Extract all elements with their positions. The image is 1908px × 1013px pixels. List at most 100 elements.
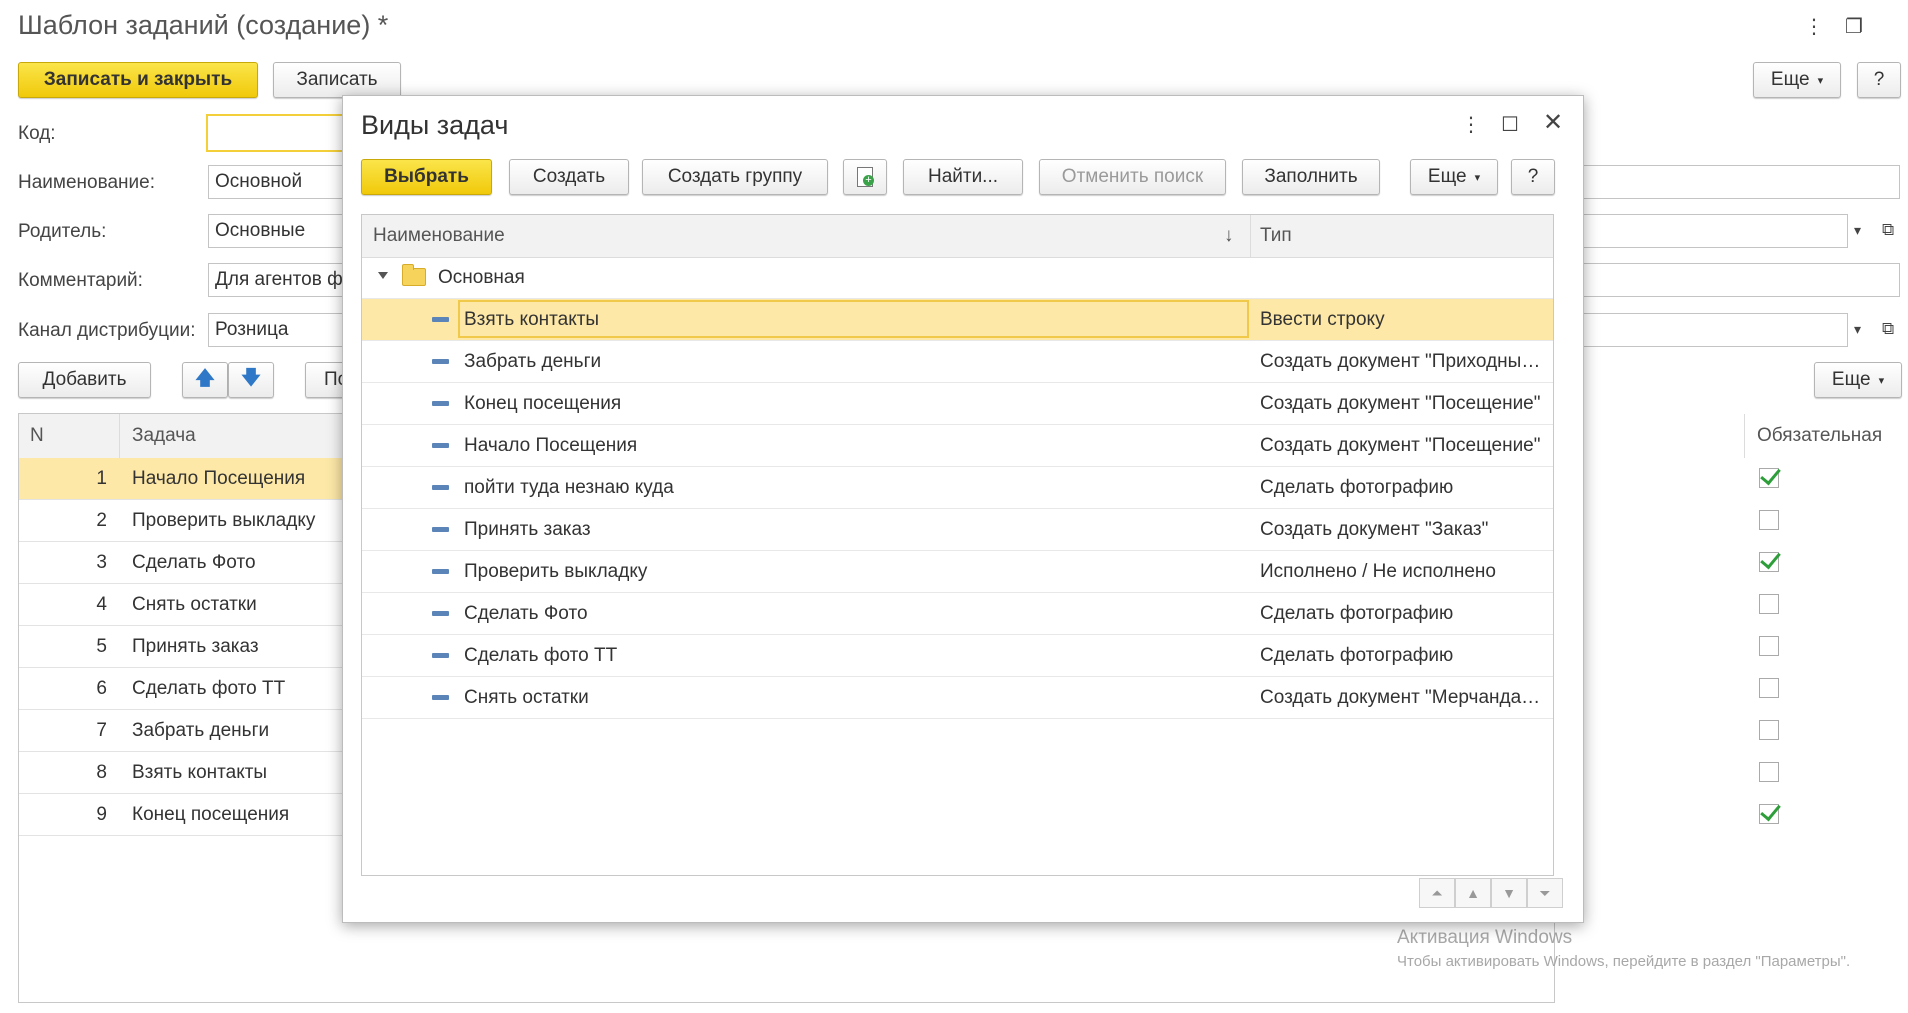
create-button[interactable]: Создать <box>509 159 629 195</box>
fill-button[interactable]: Заполнить <box>1242 159 1380 195</box>
code-input[interactable] <box>206 114 346 152</box>
required-checkbox[interactable] <box>1759 594 1779 614</box>
save-and-close-button[interactable]: Записать и закрыть <box>18 62 258 98</box>
required-checkbox[interactable] <box>1759 468 1779 488</box>
channel-open-icon[interactable]: ⧉ <box>1882 319 1894 339</box>
arrow-down-icon: 🡇 <box>241 368 261 389</box>
col-n[interactable]: N <box>30 425 44 447</box>
dialog-maximize-icon[interactable]: ☐ <box>1501 112 1519 137</box>
cancel-search-button[interactable]: Отменить поиск <box>1039 159 1226 195</box>
name-label: Наименование: <box>18 172 155 193</box>
more-label: Еще <box>1770 69 1810 90</box>
dialog-help-button[interactable]: ? <box>1511 159 1555 195</box>
sort-desc-icon[interactable]: ↓ <box>1224 225 1234 247</box>
list-item[interactable]: Взять контакты Ввести строку <box>362 299 1553 341</box>
dialog-close-icon[interactable]: ✕ <box>1543 108 1563 137</box>
row-task: Сделать фото ТТ <box>132 678 286 699</box>
move-down-button[interactable]: 🡇 <box>228 362 274 398</box>
list-item[interactable]: Проверить выкладку Исполнено / Не исполне… <box>362 551 1553 593</box>
help-button[interactable]: ? <box>1857 62 1901 98</box>
row-task: Проверить выкладку <box>132 510 316 531</box>
item-icon <box>432 527 449 532</box>
list-header: Наименование ↓ Тип <box>362 215 1553 258</box>
parent-open-icon[interactable]: ⧉ <box>1882 220 1894 240</box>
item-icon <box>432 611 449 616</box>
chevron-down-icon: ▾ <box>1817 74 1824 87</box>
code-label: Код: <box>18 123 56 144</box>
item-name: Проверить выкладку <box>464 561 648 582</box>
restore-window-icon[interactable]: ❐ <box>1845 14 1863 39</box>
required-checkbox[interactable] <box>1759 678 1779 698</box>
dialog-more-actions-icon[interactable]: ⋮ <box>1461 112 1481 137</box>
find-button[interactable]: Найти... <box>903 159 1023 195</box>
create-group-button[interactable]: Создать группу <box>642 159 828 195</box>
more-button[interactable]: Еще ▾ <box>1753 62 1841 98</box>
list-item[interactable]: пойти туда незнаю куда Сделать фотографию <box>362 467 1553 509</box>
save-button[interactable]: Записать <box>273 62 401 98</box>
required-checkbox[interactable] <box>1759 720 1779 740</box>
list-item[interactable]: Сделать фото ТТ Сделать фотографию <box>362 635 1553 677</box>
required-checkbox[interactable] <box>1759 762 1779 782</box>
item-name: Сделать Фото <box>464 603 588 624</box>
group-row[interactable]: Основная <box>362 257 1553 299</box>
scroll-bottom-button[interactable]: ⏷ <box>1527 878 1563 908</box>
col-required[interactable]: Обязательная <box>1757 425 1882 447</box>
channel-dropdown-icon[interactable]: ▾ <box>1854 321 1861 338</box>
item-name: Забрать деньги <box>464 351 602 372</box>
item-name: пойти туда незнаю куда <box>464 477 674 498</box>
list-item[interactable]: Принять заказ Создать документ "Заказ" <box>362 509 1553 551</box>
item-name: Конец посещения <box>464 393 622 414</box>
row-number: 4 <box>96 594 107 615</box>
list-item[interactable]: Конец посещения Создать документ "Посещен… <box>362 383 1553 425</box>
table-more-button[interactable]: Еще ▾ <box>1814 362 1902 398</box>
row-task: Начало Посещения <box>132 468 306 489</box>
move-up-button[interactable]: 🡅 <box>182 362 228 398</box>
item-type: Создать документ "Заказ" <box>1260 519 1489 540</box>
item-type: Сделать фотографию <box>1260 645 1454 666</box>
expand-caret-icon[interactable] <box>378 272 388 279</box>
row-number: 5 <box>96 636 107 657</box>
parent-dropdown-icon[interactable]: ▾ <box>1854 222 1861 239</box>
item-type: Создать документ "Приходный кассовый орд… <box>1260 351 1545 372</box>
required-checkbox[interactable] <box>1759 804 1779 824</box>
select-button[interactable]: Выбрать <box>361 159 492 195</box>
list-item[interactable]: Забрать деньги Создать документ "Приходны… <box>362 341 1553 383</box>
row-task: Снять остатки <box>132 594 257 615</box>
item-icon <box>432 359 449 364</box>
item-name: Принять заказ <box>464 519 591 540</box>
up-icon: ▲ <box>1466 885 1480 901</box>
add-row-button[interactable]: Добавить <box>18 362 151 398</box>
row-task: Взять контакты <box>132 762 268 783</box>
add-document-icon: + <box>857 167 874 187</box>
row-number: 8 <box>96 762 107 783</box>
scroll-down-button[interactable]: ▼ <box>1491 878 1527 908</box>
list-item[interactable]: Начало Посещения Создать документ "Посеще… <box>362 425 1553 467</box>
column-divider <box>1744 414 1745 458</box>
col-type[interactable]: Тип <box>1260 225 1292 247</box>
col-task[interactable]: Задача <box>132 425 196 447</box>
list-item[interactable]: Сделать Фото Сделать фотографию <box>362 593 1553 635</box>
item-type: Ввести строку <box>1260 309 1385 330</box>
more-actions-icon[interactable]: ⋮ <box>1804 14 1824 39</box>
form-title: Шаблон заданий (создание) * <box>18 10 389 40</box>
comment-label: Комментарий: <box>18 270 143 291</box>
required-checkbox[interactable] <box>1759 510 1779 530</box>
row-task: Принять заказ <box>132 636 259 657</box>
list-item[interactable]: Снять остатки Создать документ "Мерчандай… <box>362 677 1553 719</box>
last-icon: ⏷ <box>1539 884 1551 901</box>
down-icon: ▼ <box>1502 885 1516 901</box>
item-icon <box>432 401 449 406</box>
chevron-down-icon: ▾ <box>1474 171 1481 184</box>
item-icon <box>432 695 449 700</box>
activation-watermark-title: Активация Windows <box>1397 927 1573 948</box>
required-checkbox[interactable] <box>1759 552 1779 572</box>
dialog-more-button[interactable]: Еще ▾ <box>1410 159 1498 195</box>
copy-button[interactable]: + <box>843 159 887 195</box>
item-icon <box>432 653 449 658</box>
scroll-top-button[interactable]: ⏶ <box>1419 878 1455 908</box>
scroll-up-button[interactable]: ▲ <box>1455 878 1491 908</box>
row-number: 9 <box>96 804 107 825</box>
required-checkbox[interactable] <box>1759 636 1779 656</box>
col-name[interactable]: Наименование <box>373 225 505 247</box>
dialog-title: Виды задач <box>361 110 509 140</box>
